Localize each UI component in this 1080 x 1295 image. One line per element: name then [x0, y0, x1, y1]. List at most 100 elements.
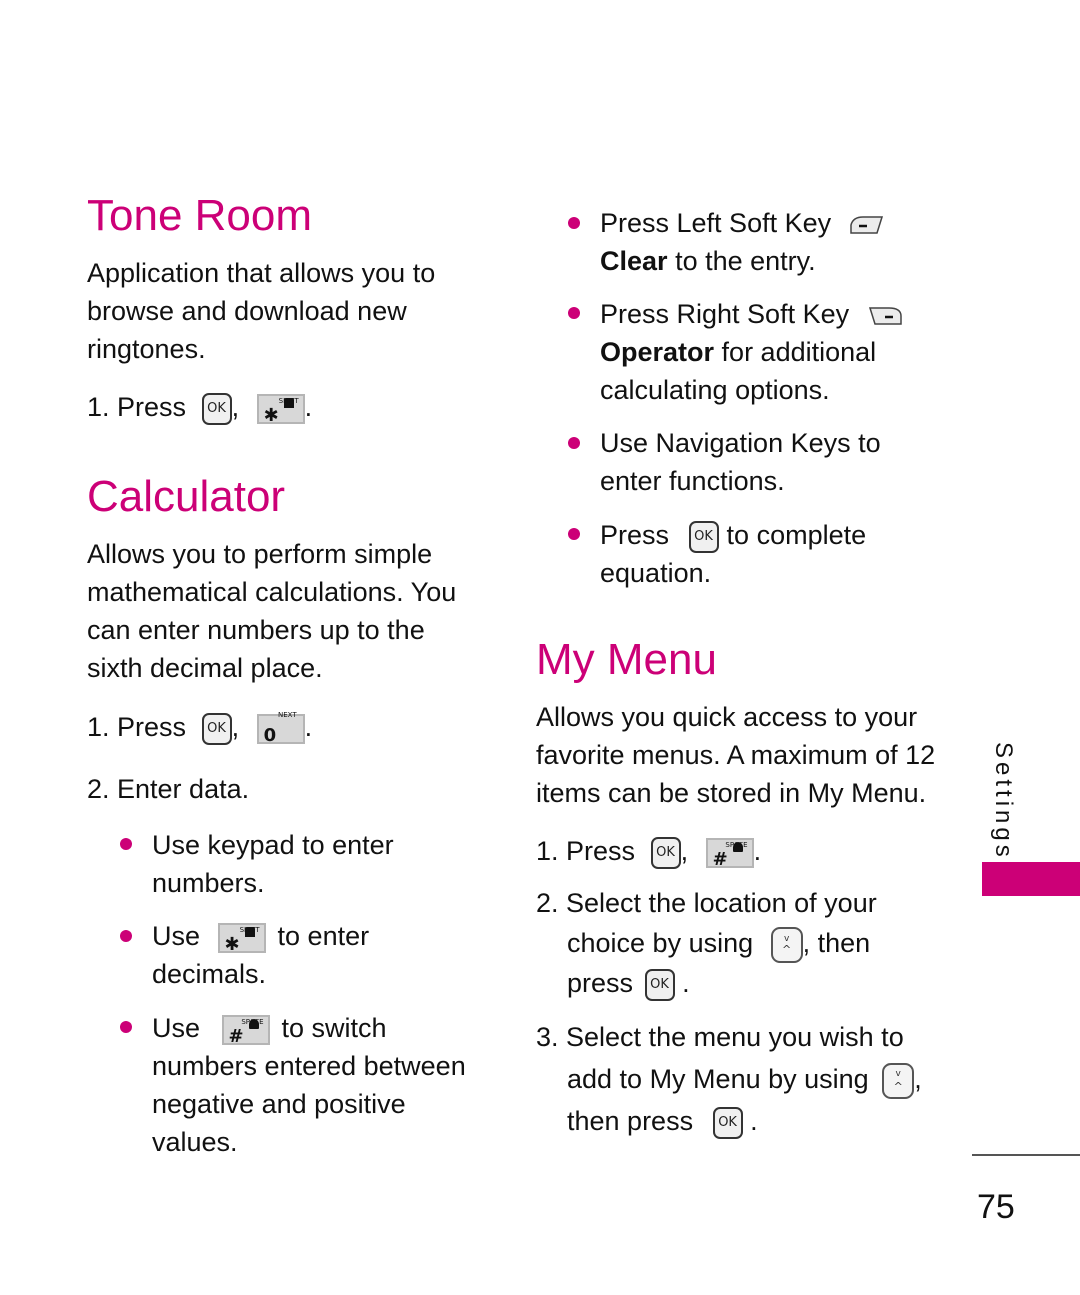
- text-line: values.: [152, 1127, 238, 1157]
- text: Use: [152, 1013, 201, 1043]
- text-line: Use Navigation Keys to: [600, 428, 881, 458]
- text-line: browse and download new: [87, 296, 407, 326]
- period: .: [750, 1106, 758, 1136]
- text-line: ringtones.: [87, 334, 206, 364]
- calculator-step-2: 2. Enter data.: [87, 774, 250, 804]
- down-arrow: v: [783, 933, 790, 944]
- text: Press: [600, 520, 670, 550]
- text-line: decimals.: [152, 959, 267, 989]
- period: .: [753, 836, 762, 866]
- section-label: Settings: [990, 742, 1017, 861]
- my-menu-step-3: 3. Select the menu you wish to add to My…: [536, 1016, 922, 1142]
- text: , then: [802, 928, 871, 958]
- text: to the entry.: [675, 246, 816, 276]
- text-line: equation.: [600, 558, 712, 588]
- page-number: 75: [977, 1188, 1015, 1226]
- text: press: [567, 968, 634, 998]
- text: choice by using: [567, 928, 754, 958]
- text-line: can enter numbers up to the: [87, 615, 425, 645]
- key-sub-label: SPACE: [241, 1017, 264, 1026]
- text: to complete: [726, 520, 867, 550]
- text: for additional: [721, 337, 877, 367]
- text: add to My Menu by using: [567, 1064, 869, 1094]
- text: then press: [567, 1106, 694, 1136]
- bullet-icon: [120, 930, 132, 942]
- period: .: [682, 968, 690, 998]
- text-line: Allows you to perform simple: [87, 539, 433, 569]
- separator: ,: [231, 392, 240, 422]
- period: .: [304, 712, 313, 742]
- star-shift-key-icon: ✱ SHIFT: [256, 393, 305, 426]
- key-sub-label: SHIFT: [278, 396, 299, 405]
- text-line: mathematical calculations. You: [87, 577, 457, 607]
- section-tab-marker: [982, 862, 1080, 896]
- text-line: numbers.: [152, 868, 265, 898]
- key-sub-label: NEXT: [277, 710, 297, 719]
- bullet-icon: [568, 307, 580, 319]
- key-sub-label: SHIFT: [239, 925, 260, 934]
- ok-key-icon: OK: [712, 1106, 743, 1139]
- tone-room-description: Application that allows you to browse an…: [87, 254, 435, 368]
- calculator-heading: Calculator: [87, 472, 286, 521]
- my-menu-step-1: 1. Press OK, # SPACE.: [536, 832, 761, 870]
- right-soft-key-icon: [868, 307, 902, 325]
- text-line: Allows you quick access to your: [536, 702, 918, 732]
- key-sub-label: SPACE: [725, 840, 748, 849]
- text: to enter: [277, 921, 370, 951]
- footer-divider: [972, 1154, 1080, 1156]
- step-text: 1. Press: [536, 836, 636, 866]
- step-text: 1. Press: [87, 712, 187, 742]
- key-glyph: ✱: [263, 404, 279, 426]
- calculator-bullet-left-soft-key: Press Left Soft Key Clear to the entry.: [600, 204, 883, 280]
- text: Use: [152, 921, 201, 951]
- calculator-step-1: 1. Press OK, 0 NEXT.: [87, 708, 312, 746]
- ok-key-icon: OK: [201, 712, 232, 745]
- hash-space-key-icon: # SPACE: [221, 1014, 270, 1047]
- bullet-icon: [568, 217, 580, 229]
- text-line: sixth decimal place.: [87, 653, 323, 683]
- my-menu-heading: My Menu: [536, 635, 717, 684]
- text-line: 2. Select the location of your: [536, 888, 877, 918]
- calculator-bullet-complete: Press OK to complete equation.: [600, 516, 866, 592]
- left-soft-key-icon: [849, 216, 883, 234]
- text-line: favorite menus. A maximum of 12: [536, 740, 936, 770]
- bullet-icon: [120, 1021, 132, 1033]
- period: .: [304, 392, 313, 422]
- nav-up-down-key-icon: ^ v: [770, 926, 803, 963]
- calculator-description: Allows you to perform simple mathematica…: [87, 535, 456, 687]
- separator: ,: [231, 712, 240, 742]
- key-glyph: ✱: [224, 933, 240, 955]
- text-line: 3. Select the menu you wish to: [536, 1022, 904, 1052]
- text-line: negative and positive: [152, 1089, 406, 1119]
- text-line: Use keypad to enter: [152, 830, 394, 860]
- down-arrow: v: [895, 1068, 901, 1079]
- ok-key-icon: OK: [650, 836, 681, 869]
- bold-term: Clear: [600, 246, 668, 276]
- text: ,: [914, 1064, 922, 1094]
- tone-room-step-1: 1. Press OK, ✱ SHIFT.: [87, 388, 312, 426]
- ok-key-icon: OK: [644, 968, 675, 1001]
- calculator-bullet-keypad: Use keypad to enter numbers.: [152, 826, 394, 902]
- bold-term: Operator: [600, 337, 715, 367]
- text: Press Right Soft Key: [600, 299, 850, 329]
- bullet-icon: [120, 838, 132, 850]
- tone-room-heading: Tone Room: [87, 191, 313, 240]
- calculator-bullet-sign: Use # SPACE to switch numbers entered betw…: [152, 1009, 466, 1161]
- step-text: 1. Press: [87, 392, 187, 422]
- text-line: Application that allows you to: [87, 258, 436, 288]
- zero-next-key-icon: 0 NEXT: [256, 711, 305, 746]
- hash-space-key-icon: # SPACE: [705, 837, 754, 870]
- key-glyph: 0: [263, 724, 277, 746]
- bullet-icon: [568, 528, 580, 540]
- calculator-bullet-nav-keys: Use Navigation Keys to enter functions.: [600, 424, 881, 500]
- ok-key-icon: OK: [688, 520, 719, 553]
- nav-up-down-key-icon: ^ v: [882, 1062, 915, 1099]
- calculator-bullet-right-soft-key: Press Right Soft Key Operator for additi…: [600, 295, 903, 409]
- ok-key-icon: OK: [201, 392, 232, 425]
- separator: ,: [680, 836, 689, 866]
- text: Press Left Soft Key: [600, 208, 832, 238]
- text-line: numbers entered between: [152, 1051, 466, 1081]
- text: to switch: [281, 1013, 387, 1043]
- text-line: items can be stored in My Menu.: [536, 778, 927, 808]
- my-menu-description: Allows you quick access to your favorite…: [536, 698, 935, 812]
